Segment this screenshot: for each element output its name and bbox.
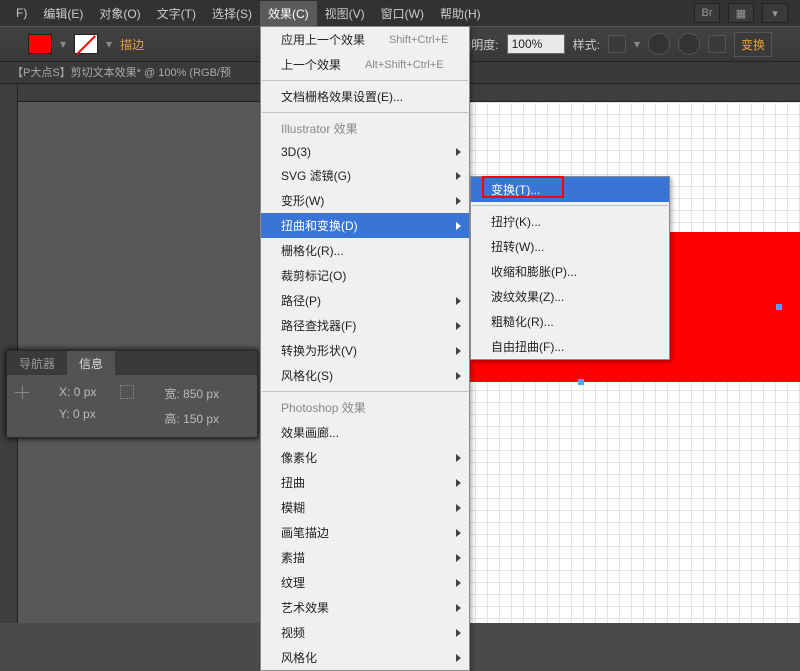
chevron-right-icon	[456, 579, 461, 587]
align-btn[interactable]	[708, 35, 726, 53]
width-readout: 宽: 850 px	[164, 385, 219, 402]
separator	[262, 391, 468, 392]
bridge-button[interactable]: Br	[694, 3, 720, 23]
dropdown-icon[interactable]: ▾	[762, 3, 788, 23]
heading-photoshop: Photoshop 效果	[261, 395, 469, 420]
chevron-right-icon	[456, 372, 461, 380]
style-swatch[interactable]	[608, 35, 626, 53]
submenu-transform[interactable]: 变换(T)...	[471, 177, 669, 202]
menu-apply-last-effect[interactable]: 应用上一个效果Shift+Ctrl+E	[261, 27, 469, 52]
fill-swatch[interactable]	[28, 34, 52, 54]
menubar-right: Br ▦ ▾	[694, 3, 800, 23]
info-panel-tabs: 导航器 信息	[7, 351, 257, 375]
menu-convert-shape[interactable]: 转换为形状(V)	[261, 338, 469, 363]
submenu-pucker[interactable]: 收缩和膨胀(P)...	[471, 259, 669, 284]
dimension-icon	[120, 385, 134, 399]
menu-object[interactable]: 对象(O)	[91, 1, 148, 26]
menu-stylize-ai[interactable]: 风格化(S)	[261, 363, 469, 388]
submenu-roughen[interactable]: 粗糙化(R)...	[471, 309, 669, 334]
selection-handle[interactable]	[776, 304, 782, 310]
stroke-label: 描边	[120, 36, 144, 53]
chevron-right-icon	[456, 347, 461, 355]
menu-help[interactable]: 帮助(H)	[432, 1, 489, 26]
menu-3d[interactable]: 3D(3)	[261, 141, 469, 163]
stroke-swatch[interactable]	[74, 34, 98, 54]
x-readout: X: 0 px	[59, 385, 96, 399]
chevron-right-icon	[456, 629, 461, 637]
menu-select[interactable]: 选择(S)	[204, 1, 260, 26]
heading-illustrator: Illustrator 效果	[261, 116, 469, 141]
separator	[262, 112, 468, 113]
menu-pathfinder[interactable]: 路径查找器(F)	[261, 313, 469, 338]
menu-doc-raster[interactable]: 文档栅格效果设置(E)...	[261, 84, 469, 109]
y-readout: Y: 0 px	[59, 407, 96, 421]
arrange-icon[interactable]: ▦	[728, 3, 754, 23]
chevron-right-icon	[456, 172, 461, 180]
chevron-right-icon	[456, 479, 461, 487]
chevron-right-icon	[456, 322, 461, 330]
submenu-twirl[interactable]: 扭转(W)...	[471, 234, 669, 259]
selection-handle[interactable]	[578, 379, 584, 385]
chevron-right-icon	[456, 197, 461, 205]
menu-window[interactable]: 窗口(W)	[373, 1, 432, 26]
menu-brush-strokes[interactable]: 画笔描边	[261, 520, 469, 545]
menu-text[interactable]: 文字(T)	[149, 1, 204, 26]
info-panel-body: X: 0 px Y: 0 px 宽: 850 px 高: 150 px	[7, 375, 257, 437]
chevron-right-icon	[456, 222, 461, 230]
tab-info[interactable]: 信息	[67, 351, 115, 376]
submenu-twist[interactable]: 扭拧(K)...	[471, 209, 669, 234]
menu-rasterize[interactable]: 栅格化(R)...	[261, 238, 469, 263]
menu-view[interactable]: 视图(V)	[317, 1, 373, 26]
menu-distort-ps[interactable]: 扭曲	[261, 470, 469, 495]
info-panel: 导航器 信息 X: 0 px Y: 0 px 宽: 850 px 高: 150 …	[6, 350, 258, 438]
round-btn-2[interactable]	[678, 33, 700, 55]
chevron-right-icon	[456, 654, 461, 662]
menu-distort-transform[interactable]: 扭曲和变换(D)	[261, 213, 469, 238]
menu-stylize-ps[interactable]: 风格化	[261, 645, 469, 670]
menu-texture[interactable]: 纹理	[261, 570, 469, 595]
menu-warp[interactable]: 变形(W)	[261, 188, 469, 213]
submenu-free-distort[interactable]: 自由扭曲(F)...	[471, 334, 669, 359]
menu-edit[interactable]: 编辑(E)	[35, 1, 91, 26]
menu-last-effect[interactable]: 上一个效果Alt+Shift+Ctrl+E	[261, 52, 469, 77]
menu-pixelate[interactable]: 像素化	[261, 445, 469, 470]
menu-crop-marks[interactable]: 裁剪标记(O)	[261, 263, 469, 288]
separator	[262, 80, 468, 81]
menu-file[interactable]: F)	[8, 2, 35, 24]
menu-effects[interactable]: 效果(C)	[260, 1, 317, 26]
menu-artistic[interactable]: 艺术效果	[261, 595, 469, 620]
chevron-right-icon	[456, 504, 461, 512]
chevron-right-icon	[456, 148, 461, 156]
position-icon	[15, 385, 29, 399]
opacity-input[interactable]	[507, 34, 565, 54]
distort-submenu: 变换(T)... 扭拧(K)... 扭转(W)... 收缩和膨胀(P)... 波…	[470, 176, 670, 360]
menu-video[interactable]: 视频	[261, 620, 469, 645]
submenu-zigzag[interactable]: 波纹效果(Z)...	[471, 284, 669, 309]
tab-navigator[interactable]: 导航器	[7, 351, 67, 376]
effects-dropdown: 应用上一个效果Shift+Ctrl+E 上一个效果Alt+Shift+Ctrl+…	[260, 26, 470, 671]
menu-gallery[interactable]: 效果画廊...	[261, 420, 469, 445]
chevron-right-icon	[456, 297, 461, 305]
chevron-right-icon	[456, 604, 461, 612]
round-btn-1[interactable]	[648, 33, 670, 55]
separator	[472, 205, 668, 206]
menu-svg-filters[interactable]: SVG 滤镜(G)	[261, 163, 469, 188]
chevron-right-icon	[456, 529, 461, 537]
height-readout: 高: 150 px	[164, 410, 219, 427]
menu-path[interactable]: 路径(P)	[261, 288, 469, 313]
menubar: F) 编辑(E) 对象(O) 文字(T) 选择(S) 效果(C) 视图(V) 窗…	[0, 0, 800, 26]
chevron-right-icon	[456, 554, 461, 562]
menu-blur[interactable]: 模糊	[261, 495, 469, 520]
chevron-right-icon	[456, 454, 461, 462]
transform-button[interactable]: 变换	[734, 32, 772, 57]
style-label: 样式:	[573, 36, 600, 53]
menu-sketch[interactable]: 素描	[261, 545, 469, 570]
